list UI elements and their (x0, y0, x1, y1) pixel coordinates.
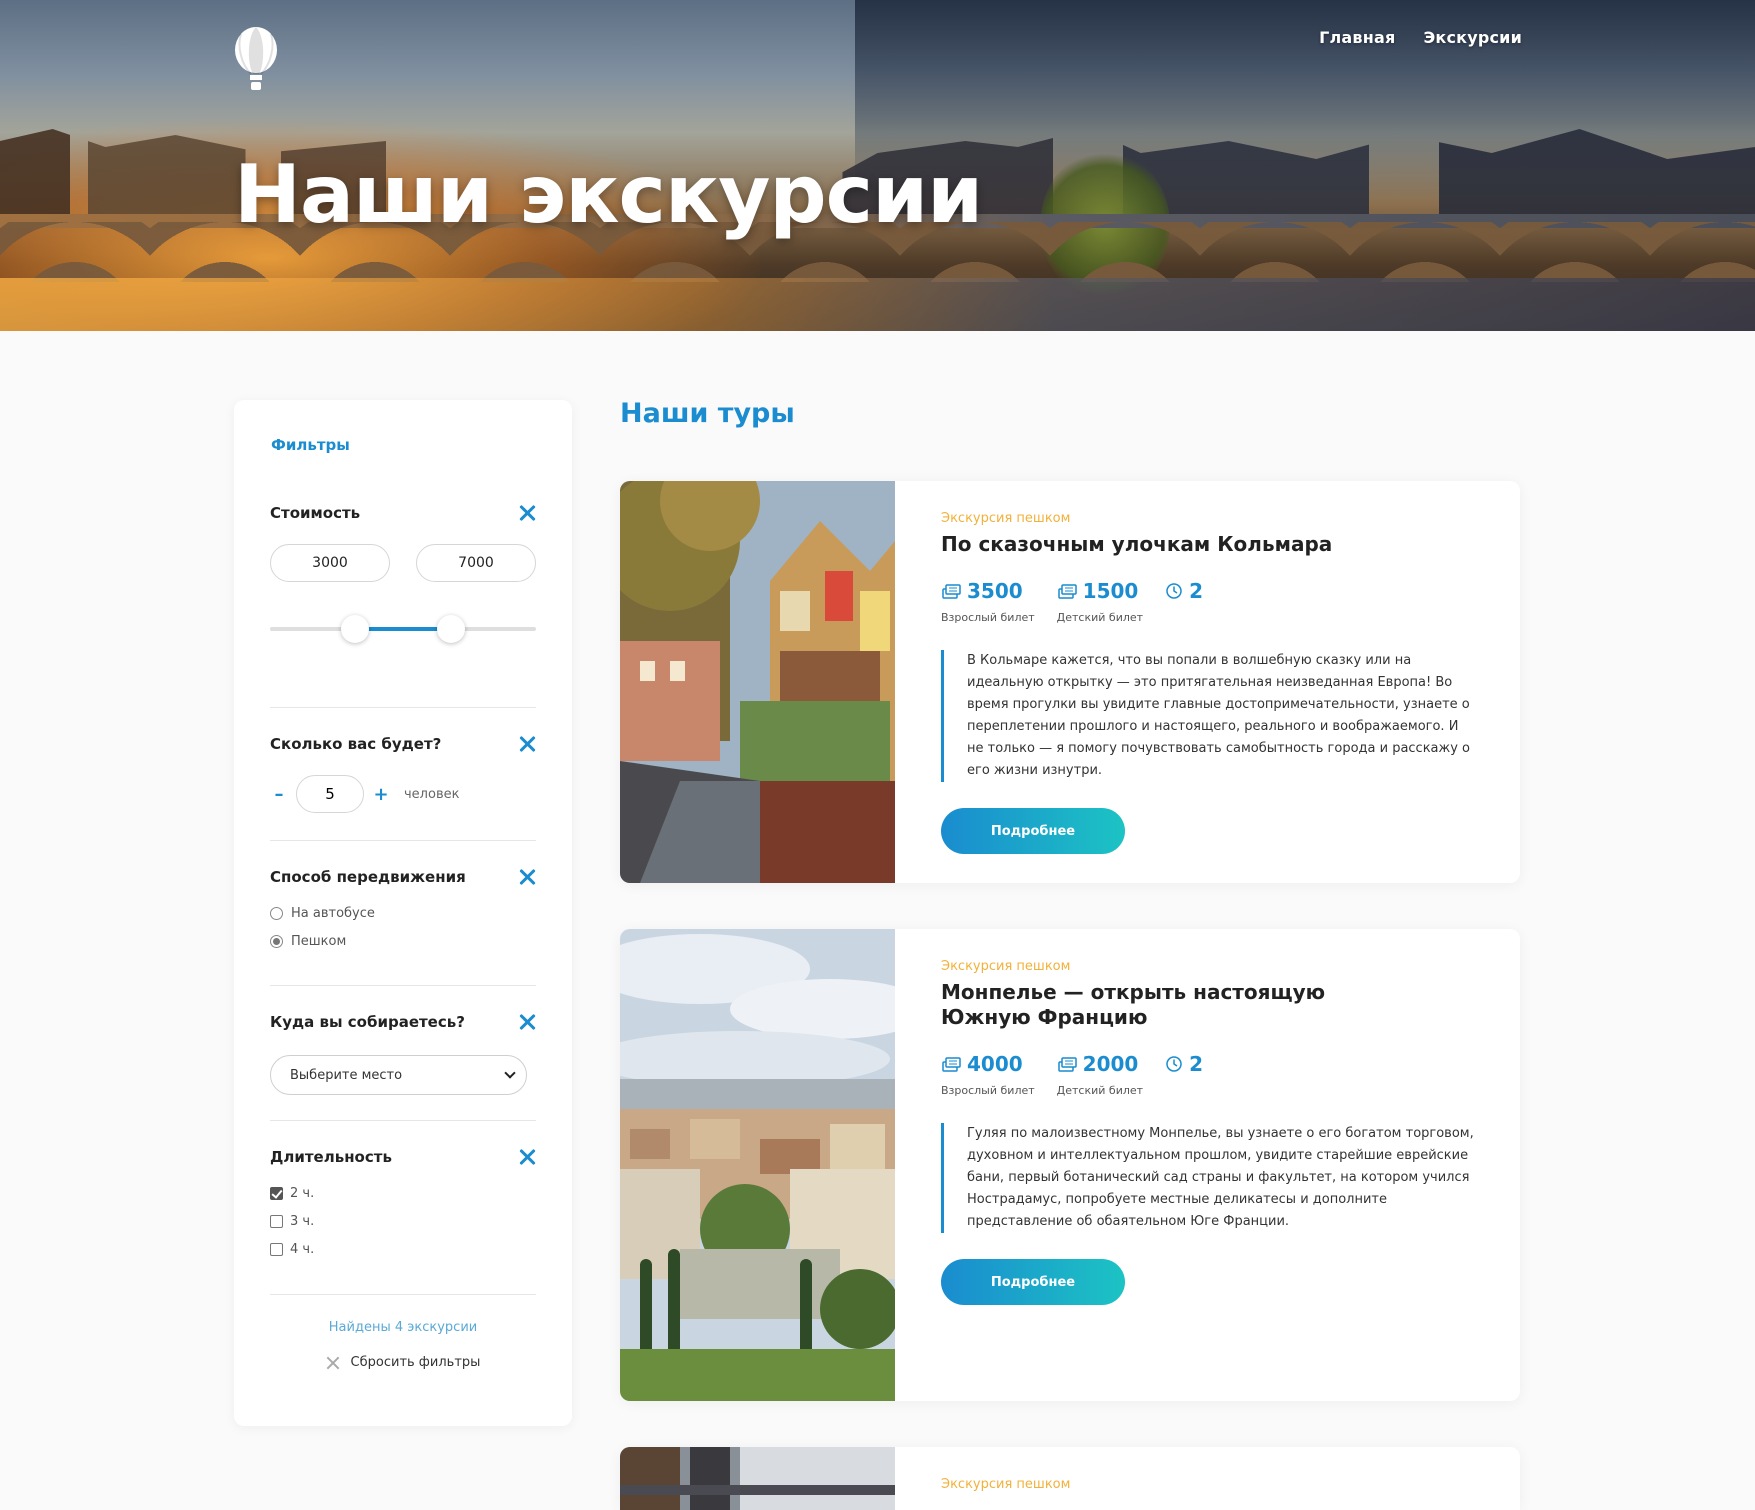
tour-description: В Кольмаре кажется, что вы попали в волш… (941, 650, 1477, 782)
tour-photo-colmar[interactable] (620, 481, 895, 883)
close-icon (326, 1356, 340, 1370)
tour-duration: 2 (1165, 1052, 1203, 1097)
transport-option-label: На автобусе (291, 905, 375, 921)
destination-select-value: Выберите место (290, 1067, 403, 1083)
duration-value: 2 (1189, 579, 1203, 603)
destination-select[interactable]: Выберите место (270, 1055, 527, 1095)
duration-option-label: 2 ч. (290, 1185, 315, 1201)
money-icon (942, 1057, 961, 1072)
filter-people-label: Сколько вас будет? (270, 735, 442, 753)
filters-title: Фильтры (271, 436, 350, 454)
child-price: 2000 Детский билет (1057, 1052, 1143, 1097)
reset-filters-button[interactable]: Сбросить фильтры (270, 1355, 536, 1370)
chevron-down-icon (504, 1066, 516, 1079)
tour-card: Экскурсия пешком (620, 1447, 1520, 1510)
people-count-input[interactable] (296, 775, 364, 813)
adult-price-label: Взрослый билет (941, 1084, 1035, 1097)
filter-duration-label: Длительность (270, 1148, 392, 1166)
details-button[interactable]: Подробнее (941, 1259, 1125, 1305)
clear-price-filter-icon[interactable] (518, 504, 536, 522)
adult-price-value: 4000 (967, 1052, 1023, 1076)
filter-transport: Способ передвижения На автобусе Пешком (270, 868, 536, 950)
hero-photo-river (0, 278, 1755, 331)
duration-option-label: 4 ч. (290, 1241, 315, 1257)
tours-section-title: Наши туры (620, 398, 795, 429)
tour-title[interactable]: Монпелье — открыть настоящую Южную Франц… (941, 980, 1421, 1030)
price-min-input[interactable] (270, 544, 390, 582)
filter-price: Стоимость (270, 504, 536, 644)
duration-option-2h[interactable]: 2 ч. (270, 1184, 536, 1202)
clear-duration-filter-icon[interactable] (518, 1148, 536, 1166)
page-title: Наши экскурсии (234, 148, 983, 241)
duration-option-4h[interactable]: 4 ч. (270, 1240, 536, 1258)
duration-value: 2 (1189, 1052, 1203, 1076)
filter-destination: Куда вы собираетесь? Выберите место (270, 1013, 536, 1095)
people-increment-button[interactable]: + (372, 784, 390, 805)
slider-thumb-max[interactable] (436, 615, 465, 643)
duration-option-label: 3 ч. (290, 1213, 315, 1229)
price-range-slider[interactable] (270, 614, 536, 644)
divider (270, 985, 536, 986)
money-icon (1057, 584, 1077, 599)
nav-link-tours[interactable]: Экскурсии (1423, 28, 1522, 47)
duration-option-3h[interactable]: 3 ч. (270, 1212, 536, 1230)
child-price: 1500 Детский билет (1057, 579, 1143, 624)
filter-duration: Длительность 2 ч. 3 ч. 4 ч. (270, 1148, 536, 1258)
tour-photo-rouen[interactable] (620, 1447, 895, 1510)
tour-card: Экскурсия пешком Монпелье — открыть наст… (620, 929, 1520, 1401)
child-price-value: 2000 (1082, 1052, 1139, 1076)
adult-price: 3500 Взрослый билет (941, 579, 1035, 624)
clear-transport-filter-icon[interactable] (518, 868, 536, 886)
reset-filters-label: Сбросить фильтры (350, 1355, 481, 1370)
clear-people-filter-icon[interactable] (518, 735, 536, 753)
tour-type-tag: Экскурсия пешком (941, 959, 1071, 974)
slider-thumb-min[interactable] (341, 615, 370, 643)
checkbox-2h[interactable] (270, 1186, 283, 1200)
nav-link-home[interactable]: Главная (1319, 28, 1395, 47)
filter-people: Сколько вас будет? – + человек (270, 735, 536, 813)
adult-price-label: Взрослый билет (941, 611, 1035, 624)
people-decrement-button[interactable]: – (270, 784, 288, 805)
main-nav: Главная Экскурсии (1319, 28, 1522, 47)
divider (270, 707, 536, 708)
filter-transport-label: Способ передвижения (270, 868, 466, 886)
divider (270, 840, 536, 841)
filter-price-label: Стоимость (270, 504, 361, 522)
price-max-input[interactable] (416, 544, 536, 582)
tour-type-tag: Экскурсия пешком (941, 511, 1071, 526)
child-price-label: Детский билет (1056, 611, 1144, 624)
transport-option-bus[interactable]: На автобусе (270, 904, 536, 922)
hero-banner: Главная Экскурсии Наши экскурсии (0, 0, 1755, 331)
results-count: Найдены 4 экскурсии (328, 1320, 478, 1335)
money-icon (942, 584, 961, 599)
balloon-logo-icon[interactable] (233, 26, 279, 92)
tour-description: Гуляя по малоизвестному Монпелье, вы узн… (941, 1123, 1477, 1233)
divider (270, 1120, 536, 1121)
tour-title[interactable]: По сказочным улочкам Кольмара (941, 532, 1480, 557)
tour-duration: 2 (1165, 579, 1203, 624)
child-price-label: Детский билет (1056, 1084, 1144, 1097)
tour-type-tag: Экскурсия пешком (941, 1477, 1071, 1492)
filters-panel: Фильтры Стоимость Сколько вас будет? – +… (234, 400, 572, 1426)
clock-icon (1166, 583, 1182, 599)
filter-destination-label: Куда вы собираетесь? (270, 1013, 465, 1031)
radio-bus[interactable] (270, 906, 283, 920)
details-button[interactable]: Подробнее (941, 808, 1125, 854)
checkbox-3h[interactable] (270, 1214, 283, 1228)
child-price-value: 1500 (1082, 579, 1139, 603)
transport-option-label: Пешком (291, 933, 347, 949)
tour-photo-montpellier[interactable] (620, 929, 895, 1401)
clock-icon (1166, 1056, 1182, 1072)
radio-walk[interactable] (270, 934, 283, 948)
tour-card: Экскурсия пешком По сказочным улочкам Ко… (620, 481, 1520, 883)
adult-price-value: 3500 (967, 579, 1023, 603)
adult-price: 4000 Взрослый билет (941, 1052, 1035, 1097)
divider (270, 1294, 536, 1295)
checkbox-4h[interactable] (270, 1242, 283, 1256)
people-unit-label: человек (404, 786, 460, 802)
transport-option-walk[interactable]: Пешком (270, 932, 536, 950)
money-icon (1057, 1057, 1077, 1072)
clear-destination-filter-icon[interactable] (518, 1013, 536, 1031)
